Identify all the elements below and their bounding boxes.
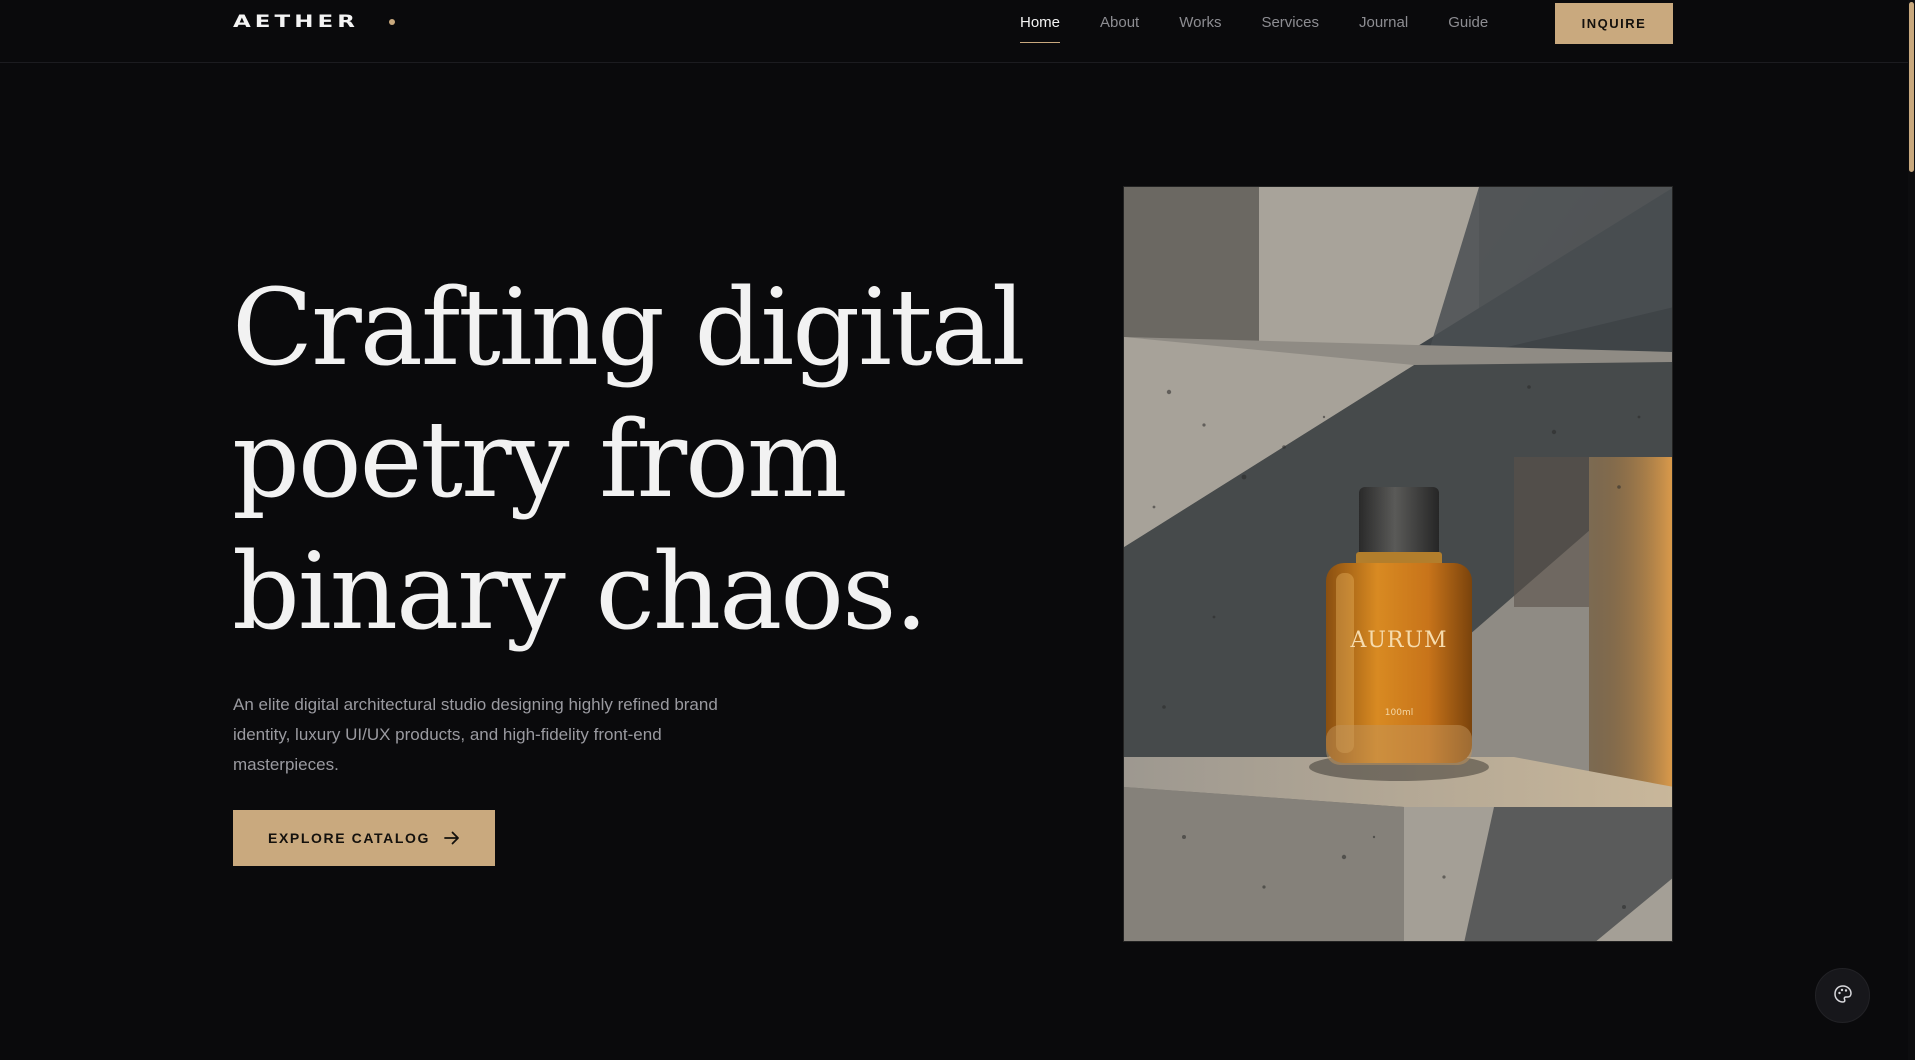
bottle-volume-text: 100ml <box>1385 708 1413 718</box>
perfume-bottle-photo: AURUM 100ml <box>1124 187 1672 941</box>
main-nav: Home About Works Services Journal Guide <box>1020 0 1528 46</box>
nav-item-works[interactable]: Works <box>1179 0 1221 46</box>
arrow-right-icon <box>444 831 460 845</box>
palette-icon <box>1833 984 1853 1007</box>
hero-description: An elite digital architectural studio de… <box>233 695 718 774</box>
nav-item-journal[interactable]: Journal <box>1359 0 1408 46</box>
hero-product-image: AURUM 100ml <box>1123 186 1673 942</box>
nav-item-home[interactable]: Home <box>1020 0 1061 46</box>
page-scrollbar-thumb[interactable] <box>1909 2 1914 172</box>
hero-title-line-1: Crafting digital <box>232 266 1026 389</box>
inquire-button[interactable]: INQUIRE <box>1555 3 1673 44</box>
nav-item-services[interactable]: Services <box>1261 0 1319 46</box>
site-header: AETHER Home About Works Services Journal… <box>0 0 1915 63</box>
bottle-label-text: AURUM <box>1349 628 1447 653</box>
hero-title-line-2: poetry from <box>232 398 847 521</box>
brand-name: AETHER <box>233 12 359 32</box>
brand-logo[interactable]: AETHER <box>233 12 395 32</box>
theme-widget-button[interactable] <box>1815 968 1870 1023</box>
explore-catalog-button[interactable]: EXPLORE CATALOG <box>233 810 495 866</box>
hero-title-line-3: binary chaos. <box>232 530 928 653</box>
nav-item-about[interactable]: About <box>1100 0 1139 46</box>
explore-catalog-label: EXPLORE CATALOG <box>268 830 430 846</box>
nav-item-guide[interactable]: Guide <box>1448 0 1488 46</box>
hero-title: Crafting digital poetry from binary chao… <box>232 262 1032 658</box>
